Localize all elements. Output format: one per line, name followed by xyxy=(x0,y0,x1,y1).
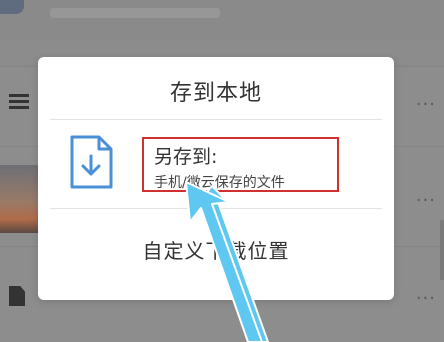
background-avatar xyxy=(0,0,24,14)
save-to-title: 另存到: xyxy=(154,146,218,168)
download-file-icon xyxy=(70,135,113,189)
background-header-text xyxy=(50,8,220,18)
background-menu-icon xyxy=(9,94,29,109)
save-to-local-dialog: 存到本地 另存到: 手机/微云保存的文件 自定义下载位置 xyxy=(38,57,394,300)
more-horizontal-icon: ··· xyxy=(415,190,436,211)
more-horizontal-icon: ··· xyxy=(415,94,436,115)
more-horizontal-icon: ··· xyxy=(415,288,436,309)
divider xyxy=(50,208,382,209)
screen: ··· ··· ··· 存到本地 另存到: 手机/微云保存的文件 自定义下载位置 xyxy=(0,0,444,342)
custom-download-location-button[interactable]: 自定义下载位置 xyxy=(50,231,382,271)
save-to-path: 手机/微云保存的文件 xyxy=(154,175,285,191)
save-to-option[interactable]: 另存到: 手机/微云保存的文件 xyxy=(50,120,382,208)
background-top-bar xyxy=(0,0,444,40)
background-image-thumbnail xyxy=(0,165,38,233)
dialog-title: 存到本地 xyxy=(169,81,262,106)
background-scrollbar xyxy=(440,220,444,280)
background-file-icon xyxy=(9,286,25,306)
